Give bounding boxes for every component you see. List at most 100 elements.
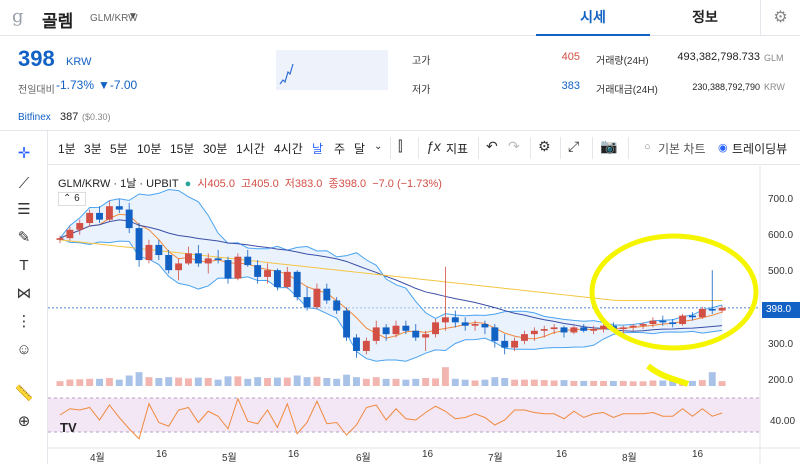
volume-bar xyxy=(560,380,568,386)
indicator-toggle[interactable]: ⌃ 6 xyxy=(58,192,86,206)
x-tick: 5월 xyxy=(222,453,237,464)
volume-bar xyxy=(689,380,696,386)
volume-bar xyxy=(491,377,499,386)
gear-icon[interactable]: ⚙ xyxy=(760,0,800,36)
timeframe-1m[interactable]: 1분 xyxy=(58,140,76,157)
radio-tradingview-icon[interactable]: ◉ xyxy=(718,141,728,154)
candle-body xyxy=(313,288,321,308)
tradingview-option[interactable]: 트레이딩뷰 xyxy=(732,140,787,157)
timeframe-10m[interactable]: 10분 xyxy=(137,140,161,157)
x-tick: 16 xyxy=(156,449,168,460)
timeframe-15m[interactable]: 15분 xyxy=(170,140,194,157)
camera-icon[interactable]: 📷 xyxy=(600,138,617,155)
fib-lines-icon[interactable]: ☰ xyxy=(10,197,38,223)
ruler-icon[interactable]: 📏 xyxy=(10,381,38,407)
candle-body xyxy=(451,317,459,323)
pair-dropdown-icon[interactable]: ▼ xyxy=(128,11,138,22)
candle-body xyxy=(135,228,143,261)
volume-bar xyxy=(353,377,360,386)
volume-bar xyxy=(481,379,489,386)
redo-icon[interactable]: ↷ xyxy=(508,138,520,155)
volume-bar xyxy=(540,380,548,386)
pattern-icon[interactable]: ⋈ xyxy=(10,281,38,307)
y-tick: 200.0 xyxy=(768,375,794,386)
volume-bar xyxy=(570,380,578,386)
timeframe-dropdown-icon[interactable]: ⌄ xyxy=(374,141,382,152)
volume-bar xyxy=(402,379,410,386)
candle-body xyxy=(175,263,183,271)
volume-bar xyxy=(441,367,449,386)
volume-bar xyxy=(185,378,192,386)
y-tick: 500.0 xyxy=(768,266,794,277)
timeframe-3m[interactable]: 3분 xyxy=(84,140,102,157)
indicator-button[interactable]: 지표 xyxy=(446,140,468,157)
volume-bar xyxy=(155,378,163,386)
volume-bar xyxy=(708,372,716,386)
coin-name[interactable]: 골렘 xyxy=(42,7,73,32)
candle-body xyxy=(96,212,103,220)
volume-bar xyxy=(698,380,706,386)
y-tick: 700.0 xyxy=(768,194,794,205)
candle-body xyxy=(570,327,578,333)
tab-market[interactable]: 시세 xyxy=(536,0,650,36)
text-tool-icon[interactable]: T xyxy=(10,253,38,279)
change-label: 전일대비 xyxy=(18,85,55,96)
brush-icon[interactable]: ✎ xyxy=(10,225,38,251)
indicator-icon[interactable]: ƒx xyxy=(426,138,441,154)
prediction-icon[interactable]: ⋮ xyxy=(10,309,38,335)
toolbar-divider xyxy=(530,137,531,159)
volume-bar xyxy=(362,378,370,386)
candle-body xyxy=(244,256,252,266)
candle-body xyxy=(491,327,499,341)
volume-bar xyxy=(372,377,380,386)
bitfinex-label[interactable]: Bitfinex xyxy=(18,112,51,123)
legend-close: 종398.0 xyxy=(328,178,367,190)
x-tick: 4월 xyxy=(90,453,105,464)
undo-icon[interactable]: ↶ xyxy=(486,138,498,155)
chart-toolbar: 1분 3분 5분 10분 15분 30분 1시간 4시간 날 주 달 ⌄ ⫿ ƒ… xyxy=(48,131,800,165)
volume-bar xyxy=(293,375,301,386)
timeframe-1h[interactable]: 1시간 xyxy=(236,140,265,157)
trend-line-icon[interactable]: ⟋ xyxy=(10,171,38,197)
volume-bar xyxy=(392,378,400,386)
candle-body xyxy=(333,300,341,311)
candle-type-icon[interactable]: ⫿ xyxy=(398,138,402,155)
volume-bar xyxy=(234,376,242,386)
candle-body xyxy=(511,340,519,348)
price-chart[interactable] xyxy=(48,166,800,464)
volume-bar xyxy=(254,377,262,386)
change-percent: -1.73% xyxy=(56,78,95,92)
settings-icon[interactable]: ⚙ xyxy=(538,138,551,155)
volume-bar xyxy=(639,381,647,386)
y-tick: 300.0 xyxy=(768,339,794,350)
volume-bar xyxy=(649,380,657,386)
timeframe-4h[interactable]: 4시간 xyxy=(274,140,303,157)
timeframe-day[interactable]: 날 xyxy=(312,140,323,157)
timeframe-30m[interactable]: 30분 xyxy=(203,140,227,157)
volume-bar xyxy=(432,378,439,386)
timeframe-month[interactable]: 달 xyxy=(354,140,365,157)
candle-body xyxy=(659,320,667,323)
price-unit: KRW xyxy=(66,56,92,68)
emoji-icon[interactable]: ☺ xyxy=(10,337,38,363)
timeframe-5m[interactable]: 5분 xyxy=(110,140,128,157)
candle-body xyxy=(471,324,479,326)
basic-chart-option[interactable]: 기본 차트 xyxy=(658,140,706,157)
candle-body xyxy=(412,330,420,338)
volume-bar xyxy=(550,380,558,386)
candle-body xyxy=(194,253,202,264)
candle-body xyxy=(66,229,74,239)
tradingview-logo-icon: TV xyxy=(60,420,77,435)
volume-bar xyxy=(313,376,321,386)
candle-body xyxy=(165,255,173,271)
candle-body xyxy=(293,271,301,298)
fullscreen-icon[interactable]: ⤢ xyxy=(568,138,579,155)
volume-bar xyxy=(244,378,252,386)
timeframe-week[interactable]: 주 xyxy=(334,140,345,157)
candle-body xyxy=(461,322,469,326)
zoom-in-icon[interactable]: ⊕ xyxy=(10,409,38,435)
crosshair-icon[interactable]: ✛ xyxy=(10,141,38,167)
tab-info[interactable]: 정보 xyxy=(650,0,760,36)
radio-basic-chart-icon[interactable]: ○ xyxy=(644,141,651,153)
candle-body xyxy=(86,212,94,224)
